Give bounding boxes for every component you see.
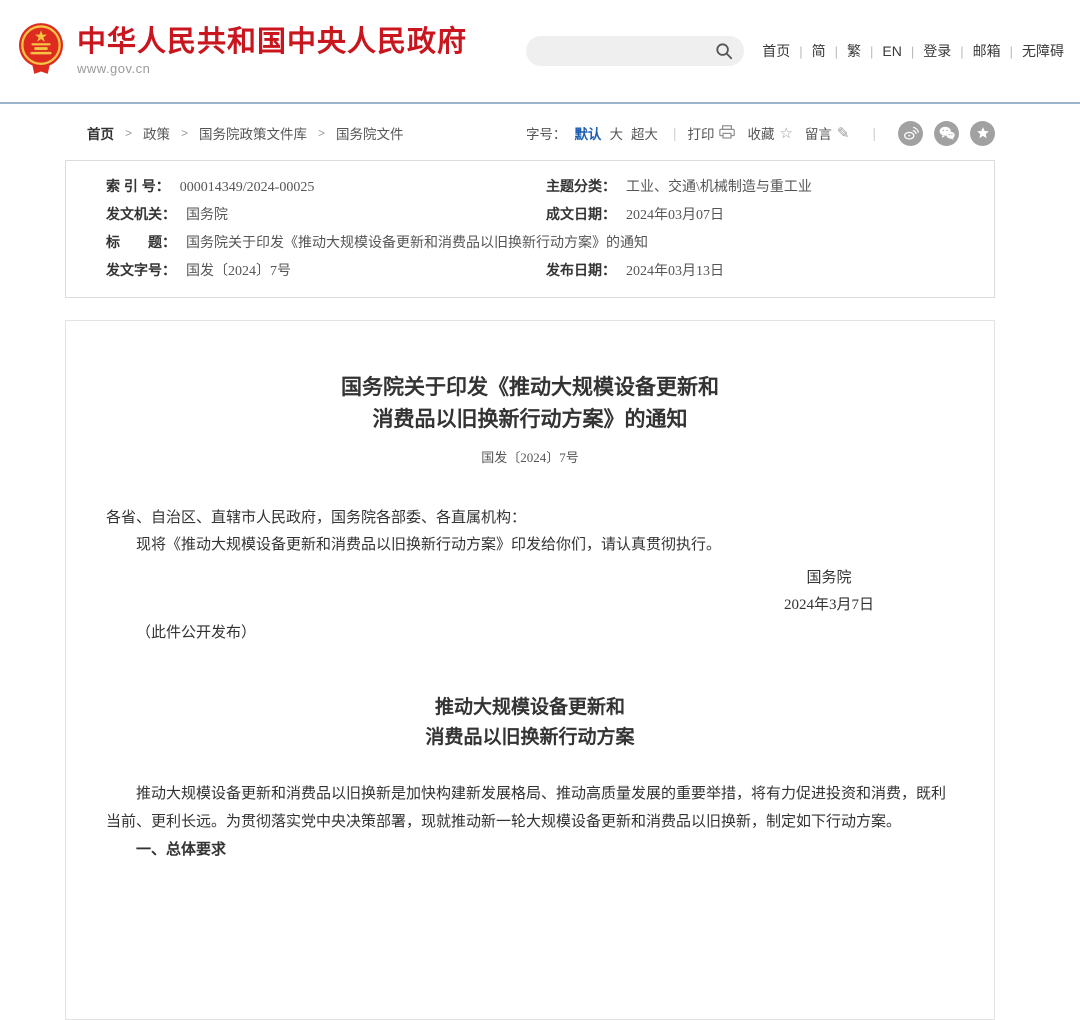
breadcrumb-toolbar-row: 首页 > 政策 > 国务院政策文件库 > 国务院文件 字号： 默认 大 超大 |…: [65, 116, 995, 150]
meta-index-value: 000014349/2024-00025: [180, 175, 315, 201]
nav-link-accessibility[interactable]: 无障碍: [1022, 41, 1064, 61]
nav-separator: |: [835, 44, 838, 59]
breadcrumb-separator: >: [318, 126, 325, 140]
comment-button[interactable]: 留言 ✎: [805, 123, 850, 143]
breadcrumb-separator: >: [125, 126, 132, 140]
meta-publish-date-label: 发布日期：: [546, 257, 616, 283]
meta-title-value: 国务院关于印发《推动大规模设备更新和消费品以旧换新行动方案》的通知: [186, 231, 648, 257]
star-icon: ☆: [779, 126, 792, 141]
breadcrumb: 首页 > 政策 > 国务院政策文件库 > 国务院文件: [65, 123, 404, 143]
share-qzone-star-icon[interactable]: [970, 121, 995, 146]
paragraph-forwarding: 现将《推动大规模设备更新和消费品以旧换新行动方案》印发给你们，请认真贯彻执行。: [106, 532, 954, 560]
font-size-large[interactable]: 大: [609, 123, 623, 143]
font-size-xlarge[interactable]: 超大: [631, 123, 658, 143]
action-plan-title-line2: 消费品以旧换新行动方案: [425, 727, 634, 748]
favorite-label: 收藏: [747, 123, 774, 143]
document-title: 国务院关于印发《推动大规模设备更新和 消费品以旧换新行动方案》的通知: [106, 371, 954, 435]
print-button[interactable]: 打印: [687, 123, 735, 143]
breadcrumb-separator: >: [181, 126, 188, 140]
meta-written-date-value: 2024年03月07日: [626, 203, 724, 229]
meta-row: 索 引 号： 000014349/2024-00025 主题分类： 工业、交通\…: [106, 173, 954, 201]
nav-link-login[interactable]: 登录: [923, 41, 951, 61]
meta-index-label: 索 引 号：: [106, 173, 170, 199]
nav-link-simplified[interactable]: 简: [812, 41, 826, 61]
meta-agency-label: 发文机关：: [106, 201, 176, 227]
meta-doc-no-label: 发文字号：: [106, 257, 176, 283]
signature-block: 国务院 2024年3月7日: [784, 565, 874, 620]
sign-date: 2024年3月7日: [784, 592, 874, 620]
document-title-line2: 消费品以旧换新行动方案》的通知: [373, 407, 688, 431]
search-box[interactable]: [526, 36, 744, 66]
site-header: 中华人民共和国中央人民政府 www.gov.cn 首页 | 简 | 繁 |: [0, 0, 1080, 102]
font-size-default[interactable]: 默认: [574, 123, 601, 143]
nav-link-english[interactable]: EN: [882, 43, 901, 59]
breadcrumb-state-council-docs[interactable]: 国务院文件: [336, 123, 404, 143]
meta-row: 标 题： 国务院关于印发《推动大规模设备更新和消费品以旧换新行动方案》的通知: [106, 229, 954, 257]
document-meta-box: 索 引 号： 000014349/2024-00025 主题分类： 工业、交通\…: [65, 160, 995, 298]
site-logo-link[interactable]: 中华人民共和国中央人民政府 www.gov.cn: [18, 22, 467, 80]
nav-link-mail[interactable]: 邮箱: [973, 41, 1001, 61]
share-wechat-icon[interactable]: [934, 121, 959, 146]
signer: 国务院: [784, 565, 874, 593]
toolbar-divider: |: [872, 126, 876, 141]
meta-row: 发文机关： 国务院 成文日期： 2024年03月07日: [106, 201, 954, 229]
font-size-label: 字号：: [526, 123, 567, 143]
salutation: 各省、自治区、直辖市人民政府，国务院各部委、各直属机构：: [106, 505, 954, 533]
public-release-note: （此件公开发布）: [106, 620, 954, 648]
meta-topic-label: 主题分类：: [546, 173, 616, 199]
meta-agency-value: 国务院: [186, 203, 228, 229]
header-right: 首页 | 简 | 繁 | EN | 登录 | 邮箱 | 无障碍: [526, 36, 1064, 66]
top-nav: 首页 | 简 | 繁 | EN | 登录 | 邮箱 | 无障碍: [762, 41, 1064, 61]
search-icon[interactable]: [715, 42, 733, 60]
paragraph-intro: 推动大规模设备更新和消费品以旧换新是加快构建新发展格局、推动高质量发展的重要举措…: [106, 781, 954, 836]
nav-separator: |: [911, 44, 914, 59]
meta-row: 发文字号： 国发〔2024〕7号 发布日期： 2024年03月13日: [106, 257, 954, 285]
print-label: 打印: [687, 123, 714, 143]
document-number: 国发〔2024〕7号: [106, 444, 954, 472]
document-title-line1: 国务院关于印发《推动大规模设备更新和: [341, 375, 719, 399]
favorite-button[interactable]: 收藏 ☆: [747, 123, 792, 143]
share-weibo-icon[interactable]: [898, 121, 923, 146]
national-emblem-icon: [18, 22, 64, 80]
meta-written-date-label: 成文日期：: [546, 201, 616, 227]
nav-link-traditional[interactable]: 繁: [847, 41, 861, 61]
gov-cn-page: 中华人民共和国中央人民政府 www.gov.cn 首页 | 简 | 繁 |: [0, 0, 1080, 1020]
pencil-icon: ✎: [837, 126, 850, 141]
meta-publish-date-value: 2024年03月13日: [626, 259, 724, 285]
section-1-heading: 一、总体要求: [106, 836, 954, 864]
action-plan-title: 推动大规模设备更新和 消费品以旧换新行动方案: [106, 693, 954, 753]
breadcrumb-policy[interactable]: 政策: [143, 123, 170, 143]
nav-separator: |: [960, 44, 963, 59]
meta-title-label: 标 题：: [106, 229, 176, 255]
nav-separator: |: [870, 44, 873, 59]
document-content-box: 国务院关于印发《推动大规模设备更新和 消费品以旧换新行动方案》的通知 国发〔20…: [65, 320, 995, 1020]
nav-link-home[interactable]: 首页: [762, 41, 790, 61]
toolbar-divider: |: [673, 126, 677, 141]
site-title: 中华人民共和国中央人民政府: [77, 26, 467, 58]
meta-doc-no-value: 国发〔2024〕7号: [186, 259, 291, 285]
nav-separator: |: [799, 44, 802, 59]
site-url: www.gov.cn: [77, 61, 467, 76]
search-input[interactable]: [540, 43, 715, 60]
printer-icon: [719, 125, 735, 142]
nav-separator: |: [1010, 44, 1013, 59]
action-plan-title-line1: 推动大规模设备更新和: [435, 697, 625, 718]
meta-topic-value: 工业、交通\机械制造与重工业: [626, 175, 812, 201]
page-tools: 字号： 默认 大 超大 | 打印 收藏 ☆ 留言: [526, 121, 995, 146]
breadcrumb-policy-library[interactable]: 国务院政策文件库: [199, 123, 307, 143]
comment-label: 留言: [805, 123, 832, 143]
breadcrumb-home[interactable]: 首页: [87, 123, 114, 143]
header-divider-line: [0, 102, 1080, 104]
